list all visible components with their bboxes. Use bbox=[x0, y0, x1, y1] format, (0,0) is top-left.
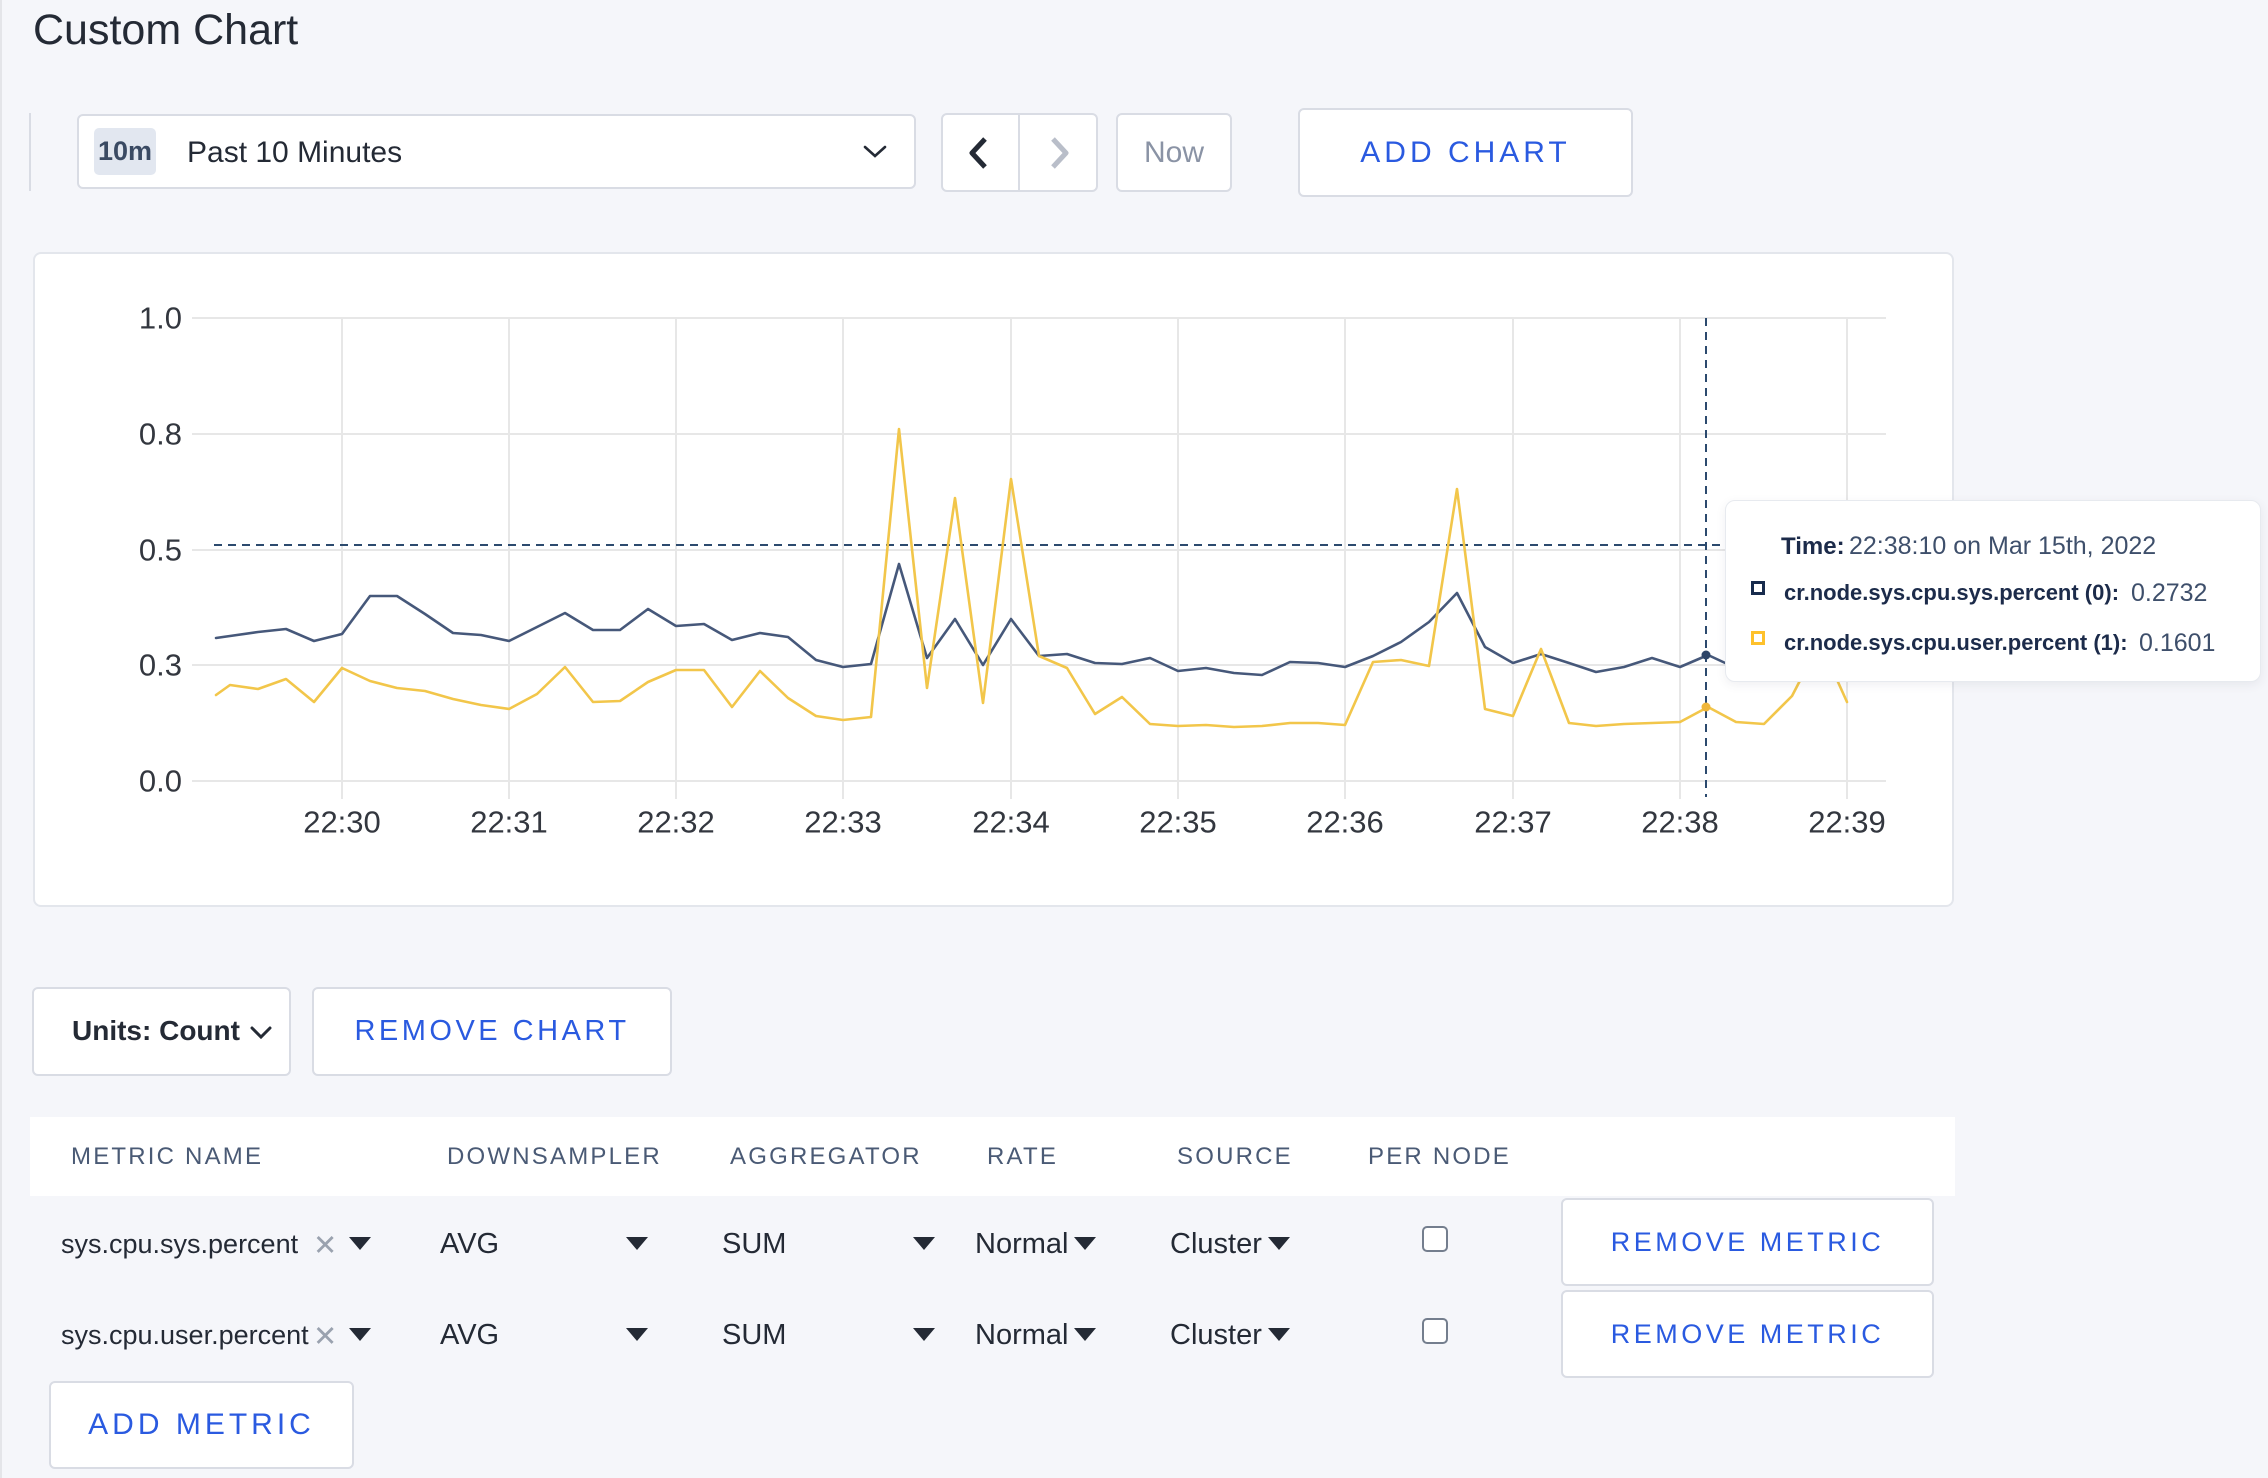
svg-text:0.5: 0.5 bbox=[139, 533, 182, 568]
svg-text:22:38: 22:38 bbox=[1641, 805, 1719, 840]
svg-text:22:30: 22:30 bbox=[303, 805, 381, 840]
svg-text:22:37: 22:37 bbox=[1474, 805, 1552, 840]
svg-text:22:34: 22:34 bbox=[972, 805, 1050, 840]
svg-text:22:35: 22:35 bbox=[1139, 805, 1217, 840]
svg-text:22:31: 22:31 bbox=[470, 805, 548, 840]
svg-text:22:36: 22:36 bbox=[1306, 805, 1384, 840]
svg-text:1.0: 1.0 bbox=[139, 301, 182, 336]
svg-text:22:39: 22:39 bbox=[1808, 805, 1886, 840]
svg-text:22:33: 22:33 bbox=[804, 805, 882, 840]
svg-text:0.3: 0.3 bbox=[139, 648, 182, 683]
svg-text:22:32: 22:32 bbox=[637, 805, 715, 840]
svg-text:0.8: 0.8 bbox=[139, 417, 182, 452]
svg-text:0.0: 0.0 bbox=[139, 764, 182, 799]
